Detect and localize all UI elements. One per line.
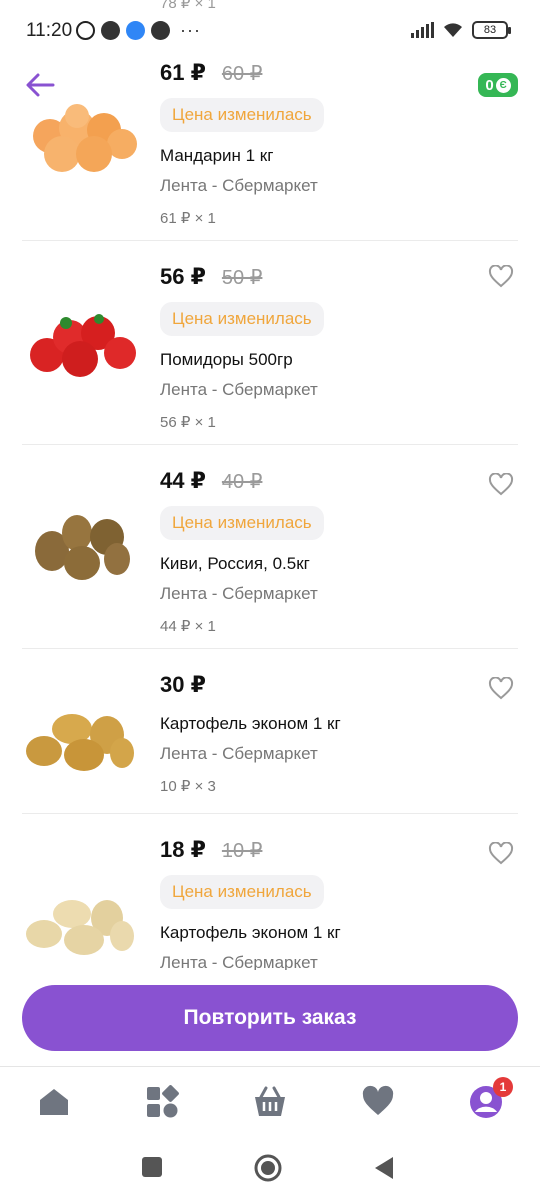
item-price: 61 ₽ [160, 60, 206, 85]
app-icon [101, 21, 120, 40]
item-name: Киви, Россия, 0.5кг [160, 554, 310, 573]
potato-image [26, 714, 134, 771]
item-old-price: 10 ₽ [221, 840, 263, 862]
item-old-price: 60 ₽ [221, 63, 263, 85]
price-row: 30 ₽ [160, 672, 341, 702]
item-name: Помидоры 500гр [160, 350, 293, 369]
kiwi-image [35, 515, 130, 580]
list-item[interactable]: 30 ₽ Картофель эконом 1 кг Лента - Сберм… [22, 649, 518, 814]
repeat-order-button[interactable]: Повторить заказ [22, 985, 518, 1051]
price-changed-chip: Цена изменилась [160, 506, 324, 540]
item-price: 44 ₽ [160, 468, 206, 493]
item-name: Картофель эконом 1 кг [160, 714, 341, 733]
item-store: Лента - Сбермаркет [160, 584, 318, 603]
wifi-icon [444, 23, 462, 37]
coin-icon: Є [495, 77, 511, 93]
price-changed-chip: Цена изменилась [160, 302, 324, 336]
item-price: 30 ₽ [160, 672, 206, 697]
messenger-icon [126, 21, 145, 40]
basket-icon[interactable] [253, 1085, 287, 1119]
item-old-price: 40 ₽ [221, 471, 263, 493]
item-qty: 56 ₽ × 1 [160, 414, 216, 431]
home-icon[interactable] [37, 1085, 71, 1119]
bottom-navigation: 1 [0, 1066, 540, 1136]
price-changed-chip: Цена изменилась [160, 98, 324, 132]
mandarin-image [33, 104, 137, 172]
item-info: 44 ₽ 40 ₽ Цена изменилась Киви, Россия, … [160, 468, 324, 635]
item-info: 56 ₽ 50 ₽ Цена изменилась Помидоры 500гр… [160, 264, 324, 431]
price-row: 18 ₽ 10 ₽ [160, 837, 341, 867]
price-row: 61 ₽ 60 ₽ [160, 60, 324, 90]
item-qty: 44 ₽ × 1 [160, 618, 216, 635]
item-name: Мандарин 1 кг [160, 146, 274, 165]
heart-icon[interactable] [488, 473, 514, 497]
item-name: Картофель эконом 1 кг [160, 923, 341, 942]
arrow-left-icon[interactable] [24, 70, 56, 100]
profile-tab[interactable]: 1 [469, 1077, 513, 1119]
item-info: 30 ₽ Картофель эконом 1 кг Лента - Сберм… [160, 672, 341, 795]
order-items-list: 61 ₽ 60 ₽ Цена изменилась Мандарин 1 кг … [0, 36, 540, 1014]
heart-icon[interactable] [488, 842, 514, 866]
status-system-icons: 83 [411, 21, 511, 39]
catalog-icon[interactable] [145, 1085, 179, 1119]
item-price: 56 ₽ [160, 264, 206, 289]
profile-badge: 1 [493, 1077, 513, 1097]
signal-icon [411, 22, 434, 38]
price-row: 56 ₽ 50 ₽ [160, 264, 324, 294]
item-qty: 61 ₽ × 1 [160, 210, 216, 227]
recent-apps-icon[interactable] [141, 1156, 163, 1178]
item-info: 18 ₽ 10 ₽ Цена изменилась Картофель экон… [160, 837, 341, 973]
list-item[interactable]: 56 ₽ 50 ₽ Цена изменилась Помидоры 500гр… [22, 241, 518, 445]
status-notification-icons: ··· [76, 20, 201, 41]
back-button-icon[interactable] [373, 1156, 395, 1180]
previous-item-qty: 78 ₽ × 1 [160, 0, 216, 12]
bonus-balance-value: 0 [485, 76, 494, 94]
heart-icon[interactable] [488, 265, 514, 289]
item-store: Лента - Сбермаркет [160, 380, 318, 399]
item-price: 18 ₽ [160, 837, 206, 862]
more-icon: ··· [180, 20, 201, 40]
item-store: Лента - Сбермаркет [160, 176, 318, 195]
item-old-price: 50 ₽ [221, 267, 263, 289]
bonus-balance-badge[interactable]: 0 Є [478, 73, 518, 97]
status-bar: 78 ₽ × 1 11:20 ··· 83 [0, 0, 540, 60]
potato-image [26, 900, 134, 955]
price-row: 44 ₽ 40 ₽ [160, 468, 324, 498]
alarm-icon [76, 21, 95, 40]
price-changed-chip: Цена изменилась [160, 875, 324, 909]
battery-icon: 83 [472, 21, 511, 39]
app-icon [151, 21, 170, 40]
favorites-icon[interactable] [361, 1085, 395, 1119]
item-info: 61 ₽ 60 ₽ Цена изменилась Мандарин 1 кг … [160, 60, 324, 227]
item-qty: 10 ₽ × 3 [160, 778, 216, 795]
heart-icon[interactable] [488, 677, 514, 701]
status-time: 11:20 [26, 20, 73, 41]
list-item[interactable]: 61 ₽ 60 ₽ Цена изменилась Мандарин 1 кг … [22, 36, 518, 241]
list-item[interactable]: 44 ₽ 40 ₽ Цена изменилась Киви, Россия, … [22, 445, 518, 649]
home-button-icon[interactable] [254, 1154, 282, 1182]
system-navigation [0, 1136, 540, 1200]
tomato-image [30, 314, 136, 377]
item-store: Лента - Сбермаркет [160, 744, 318, 763]
